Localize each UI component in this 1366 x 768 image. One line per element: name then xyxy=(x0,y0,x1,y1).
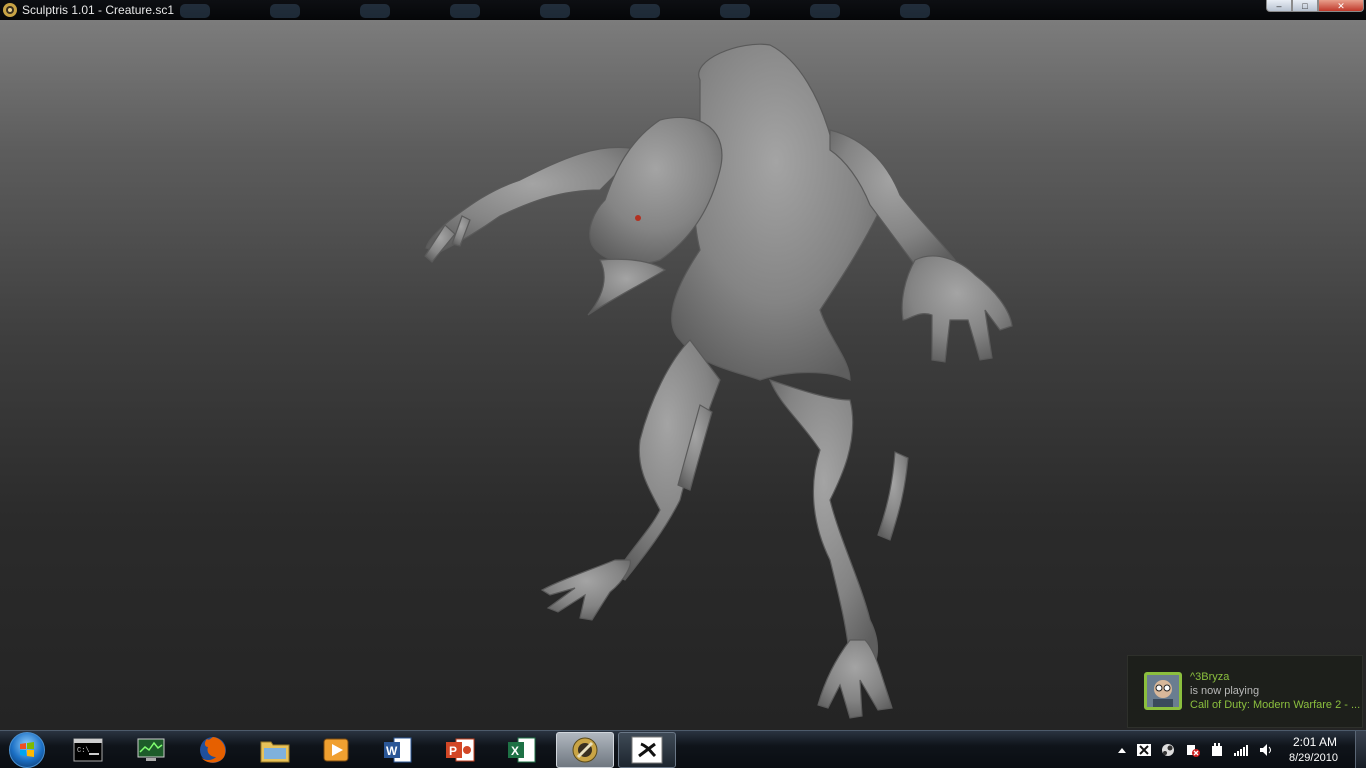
taskbar-explorer[interactable] xyxy=(246,732,304,768)
window-title-bar[interactable]: Sculptris 1.01 - Creature.sc1 – □ ✕ xyxy=(0,0,1366,20)
taskbar-excel[interactable]: X xyxy=(493,732,551,768)
svg-text:W: W xyxy=(386,744,398,758)
monitor-icon xyxy=(137,738,165,761)
word-icon: W xyxy=(384,737,412,763)
sculptris-icon xyxy=(572,737,598,763)
taskbar-task-manager[interactable] xyxy=(122,732,180,768)
steam-icon[interactable] xyxy=(1160,743,1176,757)
friend-name: ^3Bryza xyxy=(1190,671,1230,683)
taskbar: C:\ W P X 2:01 AM 8/29/2010 xyxy=(0,730,1366,768)
taskbar-sculptris[interactable] xyxy=(556,732,614,768)
action-center-icon[interactable] xyxy=(1185,743,1201,757)
start-button[interactable] xyxy=(6,731,48,768)
friend-notification[interactable]: ^3Bryza is now playing Call of Duty: Mod… xyxy=(1127,655,1363,728)
sculpt-viewport[interactable] xyxy=(0,20,1366,730)
minimize-button[interactable]: – xyxy=(1266,0,1292,12)
avatar xyxy=(1144,672,1182,710)
close-button[interactable]: ✕ xyxy=(1318,0,1364,12)
svg-text:P: P xyxy=(449,744,457,758)
show-hidden-icon[interactable] xyxy=(1114,743,1130,757)
show-desktop-button[interactable] xyxy=(1355,731,1366,768)
taskbar-cmd[interactable]: C:\ xyxy=(59,732,117,768)
maximize-button[interactable]: □ xyxy=(1292,0,1318,12)
taskbar-powerpoint[interactable]: P xyxy=(431,732,489,768)
play-icon xyxy=(323,738,349,762)
firefox-icon xyxy=(200,737,226,763)
svg-text:X: X xyxy=(511,744,519,758)
notification-message: is now playing xyxy=(1190,685,1260,697)
taskbar-xfire[interactable] xyxy=(618,732,676,768)
clock-time[interactable]: 2:01 AM xyxy=(1293,735,1337,749)
window-title: Sculptris 1.01 - Creature.sc1 xyxy=(22,3,175,17)
taskbar-firefox[interactable] xyxy=(184,732,242,768)
excel-icon: X xyxy=(508,737,536,763)
xfire-icon xyxy=(631,736,663,764)
game-title: Call of Duty: Modern Warfare 2 - ... xyxy=(1190,699,1360,711)
creature-eye xyxy=(635,215,641,221)
taskbar-media-player[interactable] xyxy=(307,732,365,768)
network-icon[interactable] xyxy=(1233,743,1249,757)
desktop-icons-behind xyxy=(180,4,930,18)
taskbar-word[interactable]: W xyxy=(369,732,427,768)
powerpoint-icon: P xyxy=(446,738,475,762)
clock-date[interactable]: 8/29/2010 xyxy=(1289,752,1338,764)
xfire-tray-icon[interactable] xyxy=(1136,743,1152,757)
cmd-icon: C:\ xyxy=(73,738,103,762)
sculptris-app-icon[interactable] xyxy=(2,2,18,18)
volume-icon[interactable] xyxy=(1259,743,1275,757)
windows-orb-icon xyxy=(9,732,45,768)
folder-icon xyxy=(260,741,290,763)
window-controls: – □ ✕ xyxy=(1266,0,1364,12)
svg-text:C:\: C:\ xyxy=(77,747,90,755)
power-icon[interactable] xyxy=(1209,743,1225,757)
creature-model[interactable] xyxy=(0,20,1366,730)
